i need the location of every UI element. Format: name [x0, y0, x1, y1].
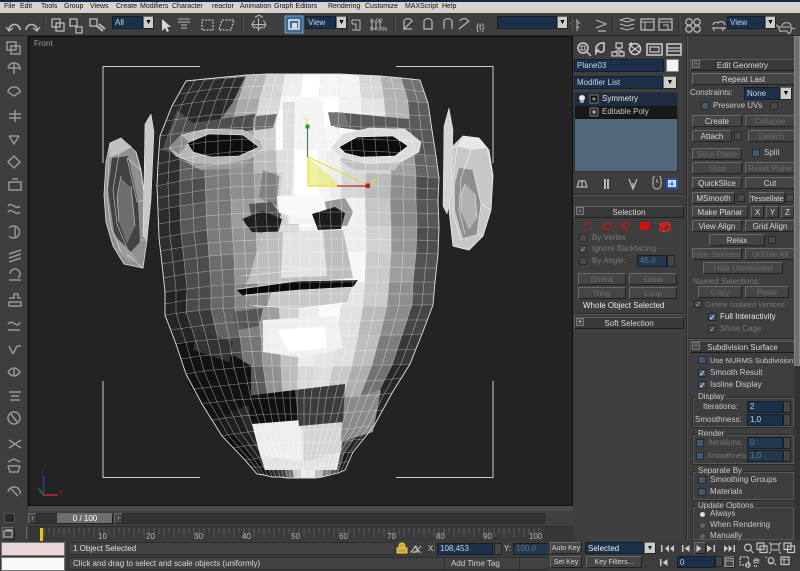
- svg-text:0.00: 0.00: [370, 18, 383, 25]
- svg-text:0+□%: 0+□%: [370, 26, 387, 33]
- svg-text:X: X: [371, 178, 377, 187]
- svg-text:z: z: [41, 469, 44, 476]
- svg-text:x: x: [60, 489, 64, 496]
- svg-text:Y: Y: [304, 117, 310, 126]
- svg-text:{t}: {t}: [476, 22, 485, 32]
